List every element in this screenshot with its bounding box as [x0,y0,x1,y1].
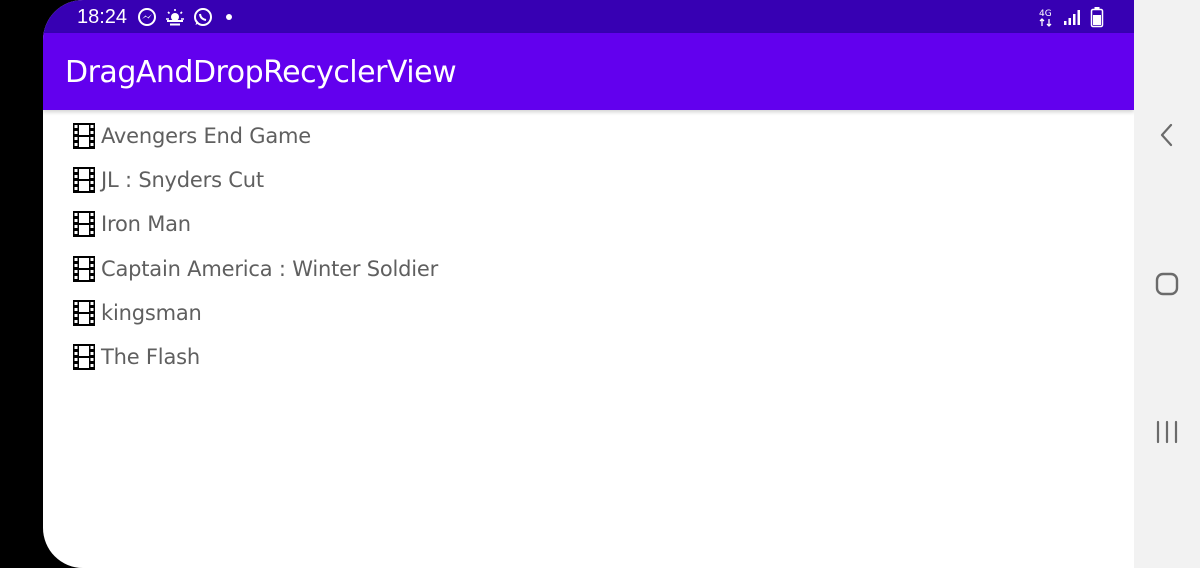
phone-screen: 18:24 4G DragAndDropRecyclerView Avenger… [43,0,1134,568]
battery-icon [1090,7,1104,28]
movie-title: kingsman [101,300,202,325]
network-label: 4G [1039,9,1052,19]
movie-title: JL : Snyders Cut [101,168,264,193]
messenger-icon [138,8,156,26]
whatsapp-icon [194,8,212,26]
list-item[interactable]: kingsman [43,291,1134,335]
status-bar: 18:24 4G [43,0,1134,33]
film-icon [73,255,95,282]
movie-title: Captain America : Winter Soldier [101,256,439,281]
film-icon [73,299,95,326]
home-icon[interactable] [1152,269,1182,299]
list-item[interactable]: JL : Snyders Cut [43,158,1134,202]
status-time: 18:24 [77,6,128,28]
list-item[interactable]: Avengers End Game [43,114,1134,158]
back-icon[interactable] [1152,120,1182,150]
movie-list[interactable]: Avengers End Game JL : Snyders Cut Iron … [43,114,1134,379]
film-icon [73,123,95,150]
recents-icon[interactable] [1152,417,1182,447]
notification-icons [137,7,237,27]
app-title: DragAndDropRecyclerView [65,55,457,90]
signal-icon [1064,10,1080,25]
film-icon [73,167,95,194]
network-4g-icon: 4G [1039,9,1052,27]
weather-icon [166,9,184,26]
film-icon [73,211,95,238]
navigation-bar [1134,0,1200,568]
movie-title: The Flash [101,345,200,370]
notification-dot-icon [226,14,232,20]
list-item[interactable]: Captain America : Winter Soldier [43,247,1134,291]
movie-title: Iron Man [101,212,191,237]
list-item[interactable]: Iron Man [43,202,1134,246]
system-status-icons: 4G [1038,6,1104,28]
movie-title: Avengers End Game [101,124,311,149]
film-icon [73,344,95,371]
list-item[interactable]: The Flash [43,335,1134,379]
app-bar: DragAndDropRecyclerView [43,33,1134,110]
